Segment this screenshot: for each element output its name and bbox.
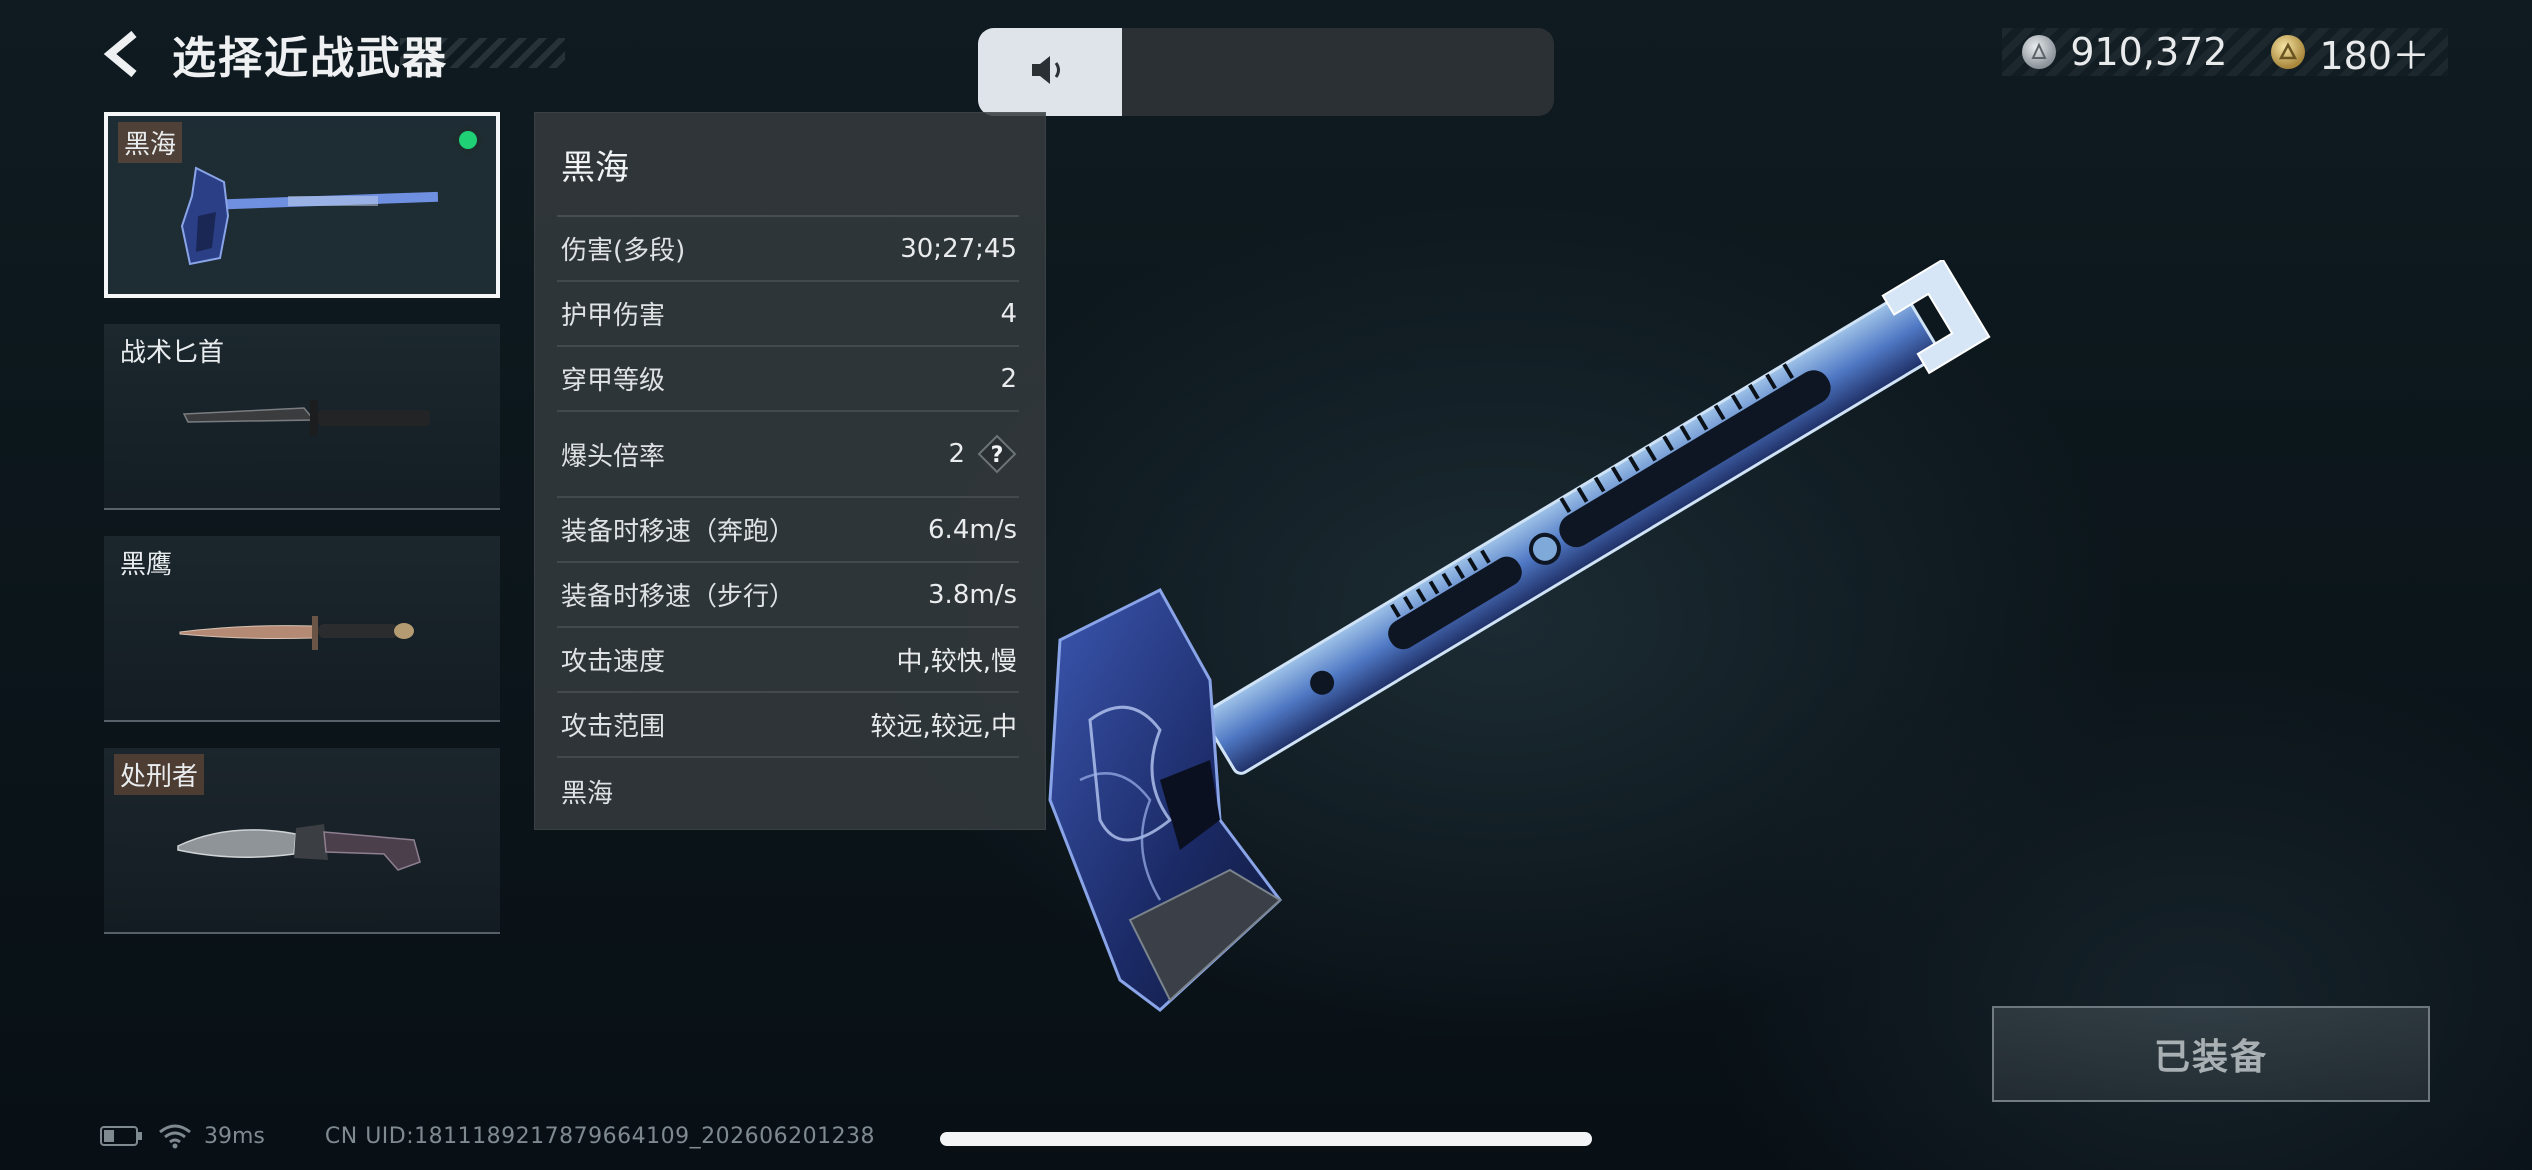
stat-row-damage: 伤害(多段) 30;27;45 [557,217,1019,282]
stat-value: 较远,较远,中 [870,712,1017,742]
stat-row-attack-range: 攻击范围 较远,较远,中 [557,693,1019,758]
stat-label: 攻击速度 [561,647,666,677]
equipped-label: 已装备 [2153,1037,2268,1078]
tomahawk-thumbnail-icon [180,166,439,266]
stat-value: 30;27;45 [900,233,1017,264]
weapon-list: 黑海 战术匕首 黑鹰 处刑者 [104,112,500,960]
weapon-card-black-hawk[interactable]: 黑鹰 [104,536,500,722]
silver-amount: 910,372 [2070,30,2228,74]
stat-row-penetration: 穿甲等级 2 [557,347,1019,412]
stat-row-walk-speed: 装备时移速（步行） 3.8m/s [557,563,1019,628]
silver-coin-icon [2022,35,2057,69]
title-decoration [400,38,565,68]
weapon-stats-panel: 黑海 伤害(多段) 30;27;45 护甲伤害 4 穿甲等级 2 爆头倍率 2 … [534,112,1046,830]
stat-row-run-speed: 装备时移速（奔跑） 6.4m/s [557,498,1019,563]
tomahawk-weapon-model[interactable] [1010,260,2070,1040]
combat-knife-thumbnail-icon [177,824,421,871]
volume-slider[interactable] [978,28,1554,116]
wifi-icon [158,1123,192,1149]
stats-weapon-name: 黑海 [557,113,1019,217]
gold-amount[interactable]: 180＋ [2319,25,2430,80]
stat-value: 6.4m/s [928,514,1017,545]
stat-value: 3.8m/s [928,579,1017,610]
stat-label: 装备时移速（步行） [561,582,796,612]
stat-row-attack-speed: 攻击速度 中,较快,慢 [557,628,1019,693]
weapon-card-executioner[interactable]: 处刑者 [104,748,500,934]
stat-value: 2 [948,439,965,469]
equipped-button[interactable]: 已装备 [1992,1006,2430,1102]
back-chevron-icon[interactable] [100,26,148,82]
gold-coin-icon [2271,35,2306,69]
knife-thumbnail-icon [179,616,414,650]
stat-row-armor-damage: 护甲伤害 4 [557,282,1019,347]
stat-label: 伤害(多段) [561,236,686,266]
volume-level-fill [978,28,1122,116]
stats-skin-name: 黑海 [561,778,614,809]
stat-row-headshot-multiplier: 爆头倍率 2 ? [557,412,1019,498]
stat-label: 护甲伤害 [561,301,666,331]
svg-text:?: ? [991,443,1004,468]
battery-icon [100,1125,144,1147]
stat-label: 装备时移速（奔跑） [561,517,796,547]
stat-label: 攻击范围 [561,712,666,742]
stat-value-group: 2 ? [948,434,1017,474]
weapon-card-black-sea[interactable]: 黑海 [104,112,500,298]
weapon-card-tactical-dagger[interactable]: 战术匕首 [104,324,500,510]
currency-display: 910,372 180＋ [2002,28,2448,78]
status-bar: 39ms CN UID:1811189217879664109_20260620… [100,1120,875,1152]
stat-value: 中,较快,慢 [896,647,1017,677]
user-uid: CN UID:1811189217879664109_202606201238 [324,1123,876,1149]
dagger-thumbnail-icon [182,400,430,436]
stat-label: 爆头倍率 [561,441,666,472]
speaker-icon [1028,52,1072,92]
equipped-indicator-icon [454,126,482,154]
ping-latency: 39ms [204,1123,265,1149]
header: 选择近战武器 [100,24,448,84]
stat-label: 穿甲等级 [561,366,666,396]
home-indicator[interactable] [940,1132,1592,1146]
